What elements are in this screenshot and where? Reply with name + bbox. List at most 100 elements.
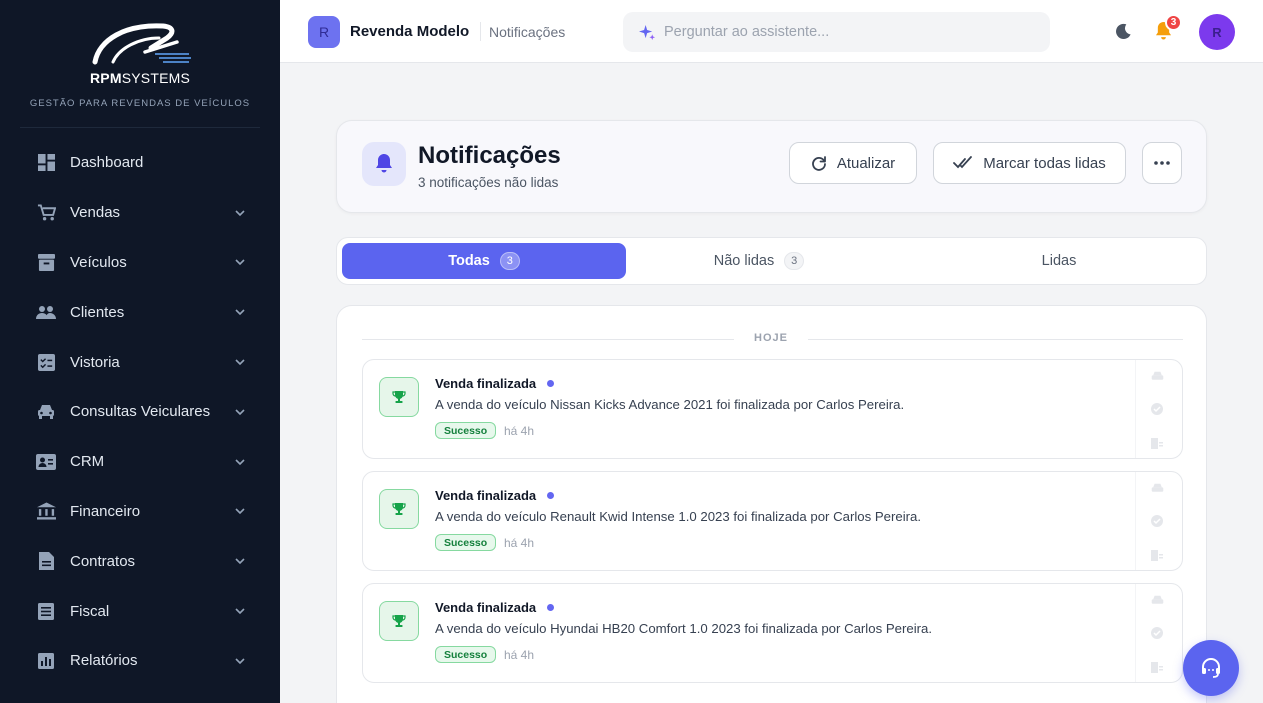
mark-read-icon[interactable] [1150, 402, 1164, 416]
sidebar-item-financeiro[interactable]: Financeiro [0, 487, 280, 537]
notification-actions [1135, 584, 1183, 682]
sidebar-item-veiculos[interactable]: Veículos [0, 238, 280, 288]
notification-count-badge: 3 [1165, 14, 1182, 31]
refresh-button[interactable]: Atualizar [789, 142, 917, 184]
sidebar-nav: Dashboard Vendas Veículos Clientes Visto… [0, 138, 280, 686]
sidebar-item-contratos[interactable]: Contratos [0, 536, 280, 586]
tab-all[interactable]: Todas 3 [342, 243, 626, 279]
mark-read-icon[interactable] [1150, 514, 1164, 528]
sidebar: RPMSYSTEMS GESTÃO PARA REVENDAS DE VEÍCU… [0, 0, 280, 703]
tab-read[interactable]: Lidas [917, 243, 1201, 279]
status-badge: Sucesso [435, 646, 497, 663]
tab-count-badge: 3 [499, 252, 520, 270]
user-avatar[interactable]: R [1199, 14, 1235, 50]
status-badge: Sucesso [435, 422, 497, 439]
bank-icon [36, 501, 56, 521]
notification-actions [1135, 472, 1183, 570]
receipt-icon [36, 601, 56, 621]
notification-item[interactable]: Venda finalizada A venda do veículo Niss… [362, 359, 1183, 459]
sidebar-item-label: Relatórios [70, 652, 138, 670]
status-badge: Sucesso [435, 534, 497, 551]
sidebar-item-label: Fiscal [70, 602, 110, 620]
archive-icon[interactable] [1150, 436, 1164, 450]
report-icon [36, 651, 56, 671]
dark-mode-toggle[interactable] [1115, 23, 1132, 45]
chevron-down-icon [235, 558, 245, 565]
assistant-search[interactable] [623, 12, 1050, 52]
sidebar-item-consultas-veiculares[interactable]: Consultas Veiculares [0, 387, 280, 437]
sidebar-item-vistoria[interactable]: Vistoria [0, 337, 280, 387]
tab-unread[interactable]: Não lidas 3 [617, 243, 901, 279]
divider [808, 339, 1183, 340]
brand-name: RPMSYSTEMS [89, 70, 191, 86]
assistant-input[interactable] [664, 24, 1024, 40]
store-avatar[interactable]: R [308, 16, 340, 48]
chevron-down-icon [235, 459, 245, 465]
notification-message: A venda do veículo Nissan Kicks Advance … [435, 397, 905, 412]
sidebar-item-label: Vistoria [70, 353, 120, 371]
archive-icon[interactable] [1150, 548, 1164, 562]
page-subtitle: 3 notificações não lidas [418, 175, 559, 190]
trophy-icon [379, 377, 419, 417]
notification-item[interactable]: Venda finalizada A venda do veículo Rena… [362, 471, 1183, 571]
divider [362, 339, 734, 340]
tab-count-badge: 3 [784, 252, 805, 270]
view-vehicle-icon[interactable] [1150, 481, 1164, 495]
notification-time: há 4h [504, 424, 535, 438]
unread-dot [547, 604, 554, 611]
trophy-icon [379, 489, 419, 529]
sidebar-item-label: Consultas Veiculares [70, 403, 211, 421]
notification-tabs: Todas 3 Não lidas 3 Lidas [336, 237, 1207, 285]
refresh-label: Atualizar [836, 154, 896, 172]
unread-dot [547, 380, 554, 387]
support-chat-button[interactable] [1183, 640, 1239, 696]
chevron-down-icon [235, 359, 245, 366]
chevron-down-icon [235, 309, 245, 316]
people-icon [36, 302, 56, 322]
sidebar-item-crm[interactable]: CRM [0, 437, 280, 487]
more-horizontal-icon [1154, 161, 1170, 165]
notification-time: há 4h [504, 648, 535, 662]
sidebar-item-label: Veículos [70, 253, 127, 271]
archive-icon[interactable] [1150, 660, 1164, 674]
sidebar-item-fiscal[interactable]: Fiscal [0, 586, 280, 636]
sidebar-item-label: Clientes [70, 303, 125, 321]
page-header: Notificações 3 notificações não lidas At… [336, 120, 1207, 213]
divider [480, 22, 481, 41]
trophy-icon [379, 601, 419, 641]
notification-message: A venda do veículo Hyundai HB20 Comfort … [435, 621, 933, 636]
sidebar-item-relatorios[interactable]: Relatórios [0, 636, 280, 686]
store-name[interactable]: Revenda Modelo [350, 23, 469, 40]
notification-list: HOJE Venda finalizada A venda do veículo… [336, 305, 1207, 703]
headset-icon [1202, 658, 1220, 678]
mark-all-read-button[interactable]: Marcar todas lidas [933, 142, 1126, 184]
contact-card-icon [36, 452, 56, 472]
view-vehicle-icon[interactable] [1150, 369, 1164, 383]
sidebar-item-dashboard[interactable]: Dashboard [0, 138, 280, 188]
archive-icon [36, 252, 56, 272]
chevron-down-icon [235, 658, 245, 664]
more-options-button[interactable] [1142, 142, 1182, 184]
document-icon [36, 551, 56, 571]
sidebar-item-label: Dashboard [70, 154, 144, 172]
view-vehicle-icon[interactable] [1150, 593, 1164, 607]
notification-item[interactable]: Venda finalizada A venda do veículo Hyun… [362, 583, 1183, 683]
checklist-icon [36, 352, 56, 372]
chevron-down-icon [235, 210, 245, 216]
topbar: R Revenda Modelo Notificações 3 R [280, 0, 1263, 63]
mark-read-icon[interactable] [1150, 626, 1164, 640]
sidebar-item-clientes[interactable]: Clientes [0, 287, 280, 337]
header-icon [362, 142, 406, 186]
mark-all-label: Marcar todas lidas [983, 154, 1106, 172]
page-title: Notificações [418, 142, 561, 169]
chevron-down-icon [235, 409, 245, 416]
unread-dot [547, 492, 554, 499]
sidebar-item-vendas[interactable]: Vendas [0, 188, 280, 238]
sidebar-item-label: Financeiro [70, 502, 141, 520]
tab-label: Todas [448, 253, 490, 269]
breadcrumb: Notificações [489, 24, 566, 40]
chevron-down-icon [235, 608, 245, 615]
cart-icon [36, 203, 56, 223]
dashboard-icon [36, 153, 56, 173]
tab-label: Não lidas [713, 253, 775, 269]
